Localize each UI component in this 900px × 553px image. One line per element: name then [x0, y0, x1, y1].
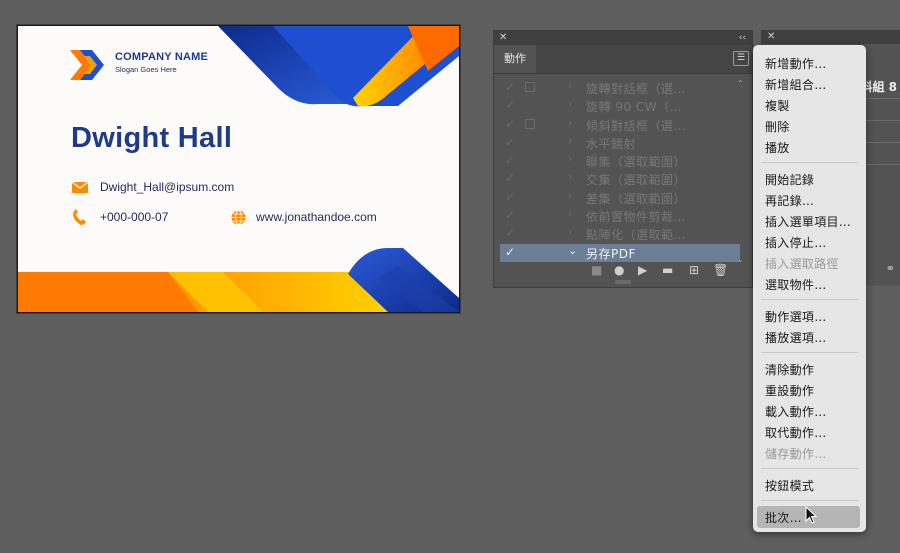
toggle-item-icon[interactable]: ✓ [505, 208, 515, 222]
action-row-selected[interactable]: ✓ ⌄ 另存PDF [500, 243, 740, 262]
record-icon[interactable]: ● [614, 263, 624, 277]
menu-item-start-recording[interactable]: 開始記錄 [765, 171, 814, 188]
toggle-item-icon[interactable]: ✓ [505, 135, 515, 149]
menu-separator [761, 500, 858, 501]
toggle-item-icon[interactable]: ✓ [505, 171, 515, 185]
menu-item-play[interactable]: 播放 [765, 139, 790, 156]
action-row[interactable]: ✓ › 旋轉對話框（選… [500, 79, 740, 97]
globe-icon [231, 210, 246, 225]
close-icon[interactable]: ✕ [499, 31, 507, 45]
menu-item-record-again[interactable]: 再記錄… [765, 192, 814, 209]
chevron-right-icon[interactable]: › [568, 79, 572, 92]
menu-item-save-actions: 儲存動作… [765, 447, 827, 461]
email-text: Dwight_Hall@ipsum.com [100, 180, 235, 194]
new-action-icon[interactable]: ⊞ [689, 263, 699, 277]
toggle-item-icon[interactable]: ✓ [505, 80, 515, 94]
panel-title-bar[interactable]: ✕ ‹‹ [494, 31, 752, 45]
chevron-right-icon[interactable]: › [568, 170, 572, 183]
toggle-item-icon[interactable]: ✓ [505, 117, 515, 131]
close-icon[interactable]: ✕ [767, 30, 775, 44]
menu-item-new-action[interactable]: 新增動作… [765, 55, 827, 72]
action-row[interactable]: ✓ › 點陣化（選取範… [500, 225, 740, 243]
action-row[interactable]: ✓ › 依前置物件剪裁… [500, 207, 740, 225]
menu-item-duplicate[interactable]: 複製 [765, 97, 790, 114]
menu-item-action-options[interactable]: 動作選項… [765, 308, 827, 325]
scroll-up-icon[interactable]: ⌃ [737, 79, 744, 88]
company-logo-icon [70, 50, 104, 80]
business-card-artboard[interactable]: COMPANY NAME Slogan Goes Here Dwight Hal… [17, 25, 460, 313]
toggle-item-icon[interactable]: ✓ [505, 226, 515, 240]
actions-list: ✓ › 旋轉對話框（選… ✓ › 旋轉 90 CW（… ✓ › 傾斜對話框（選… ✓ › 水平鏡… [500, 79, 740, 262]
tab-actions[interactable]: 動作 [494, 45, 536, 73]
toggle-item-icon[interactable]: ✓ [505, 245, 515, 259]
menu-item-reset-actions[interactable]: 重設動作 [765, 382, 814, 399]
link-icon[interactable]: ⚭ [886, 262, 895, 275]
chevron-right-icon[interactable]: › [568, 207, 572, 220]
toggle-item-icon[interactable]: ✓ [505, 98, 515, 112]
dialog-toggle-box[interactable] [525, 82, 535, 92]
menu-item-clear-actions[interactable]: 清除動作 [765, 361, 814, 378]
menu-item-select-object[interactable]: 選取物件… [765, 276, 827, 293]
menu-separator [761, 468, 858, 469]
chevron-right-icon[interactable]: › [568, 152, 572, 165]
panel-tab-bar: 動作 ☰ [494, 45, 752, 74]
menu-separator [761, 162, 858, 163]
actions-scrollbar[interactable]: ⌃ ⌄ [737, 79, 744, 264]
toggle-item-icon[interactable]: ✓ [505, 190, 515, 204]
chevron-right-icon[interactable]: › [568, 134, 572, 147]
menu-item-new-set[interactable]: 新增組合… [765, 76, 827, 93]
chevron-right-icon[interactable]: › [568, 116, 572, 129]
play-icon[interactable]: ▶ [638, 263, 647, 277]
actions-panel: ✕ ‹‹ 動作 ☰ ✓ › 旋轉對話框（選… ✓ › 旋轉 90 CW（… ✓ › 傾斜對話… [493, 30, 753, 288]
menu-item-replace-actions[interactable]: 取代動作… [765, 424, 827, 441]
person-name: Dwight Hall [71, 122, 233, 154]
chevron-right-icon[interactable]: › [568, 225, 572, 238]
menu-item-playback-options[interactable]: 播放選項… [765, 329, 827, 346]
panel-resize-grip[interactable] [615, 280, 631, 284]
menu-separator [761, 352, 858, 353]
company-name: COMPANY NAME [115, 51, 209, 63]
new-set-folder-icon[interactable]: ▬ [662, 263, 673, 277]
mouse-pointer-icon [805, 506, 817, 524]
company-slogan: Slogan Goes Here [115, 65, 177, 74]
trash-icon[interactable]: 🗑 [713, 263, 728, 277]
action-row[interactable]: ✓ › 旋轉 90 CW（… [500, 97, 740, 115]
menu-separator [761, 299, 858, 300]
menu-item-delete[interactable]: 刪除 [765, 118, 790, 135]
panel-title-bar[interactable]: ✕ [762, 30, 900, 44]
menu-item-insert-menu-item[interactable]: 插入選單項目… [765, 213, 851, 230]
action-row[interactable]: ✓ › 傾斜對話框（選… [500, 116, 740, 134]
chevron-down-icon[interactable]: ⌄ [568, 244, 577, 257]
menu-item-button-mode[interactable]: 按鈕模式 [765, 477, 814, 494]
panel-menu-button[interactable]: ☰ [733, 51, 749, 66]
action-row[interactable]: ✓ › 水平鏡射 [500, 134, 740, 152]
chevron-right-icon[interactable]: › [568, 189, 572, 202]
action-row[interactable]: ✓ › 聯集（選取範圍） [500, 152, 740, 170]
actions-panel-menu: 新增動作… 新增組合… 複製 刪除 播放 開始記錄 再記錄… 插入選單項目… 插… [753, 45, 866, 532]
toggle-item-icon[interactable]: ✓ [505, 153, 515, 167]
email-icon [72, 182, 88, 193]
chevron-right-icon[interactable]: › [568, 97, 572, 110]
menu-item-insert-stop[interactable]: 插入停止… [765, 234, 827, 251]
menu-item-load-actions[interactable]: 載入動作… [765, 403, 827, 420]
menu-item-batch[interactable]: 批次… [765, 509, 802, 526]
menu-item-insert-path: 插入選取路徑 [765, 257, 839, 271]
dialog-toggle-box[interactable] [525, 118, 535, 129]
phone-icon [73, 209, 86, 225]
website-text: www.jonathandoe.com [256, 210, 377, 224]
phone-text: +000-000-07 [100, 210, 169, 224]
action-row[interactable]: ✓ › 差集（選取範圍） [500, 189, 740, 207]
collapse-icon[interactable]: ‹‹ [739, 31, 746, 45]
stop-icon[interactable]: ■ [591, 263, 602, 277]
action-row[interactable]: ✓ › 交集（選取範圍） [500, 170, 740, 188]
